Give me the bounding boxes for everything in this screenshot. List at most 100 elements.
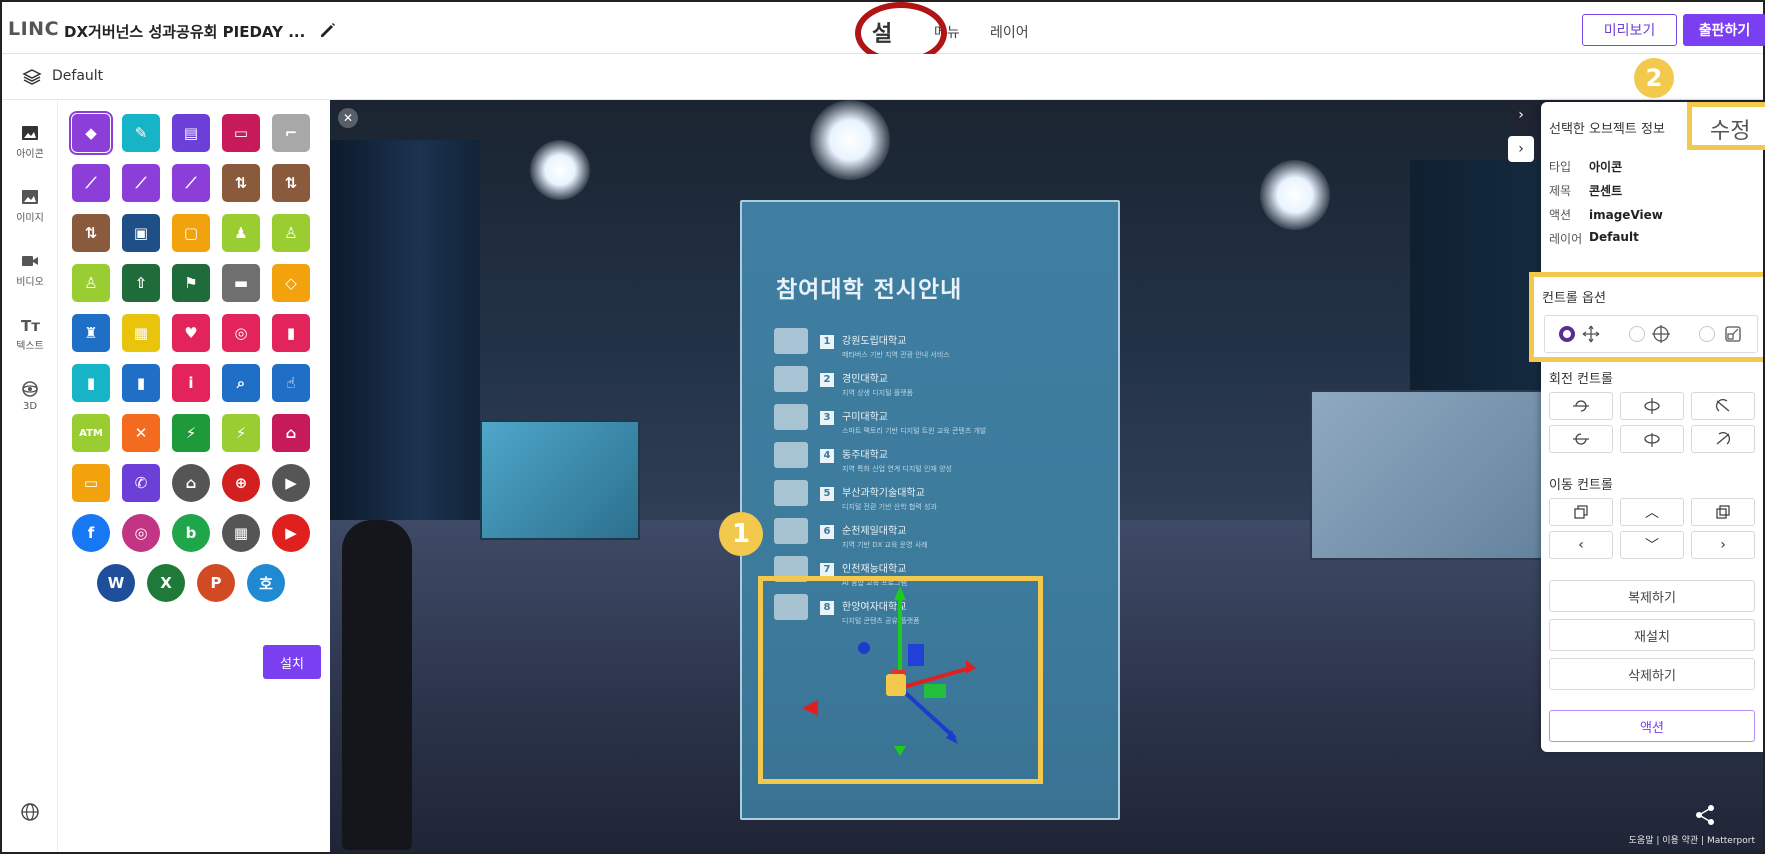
radio-scale[interactable] xyxy=(1699,326,1715,342)
action-button[interactable]: 액션 xyxy=(1549,710,1755,742)
escalator-icon[interactable]: ⟋ xyxy=(122,164,160,202)
radio-rotate[interactable] xyxy=(1629,326,1645,342)
caution-tape-icon[interactable]: ▦ xyxy=(122,314,160,352)
woman-icon[interactable]: ♙ xyxy=(72,264,110,302)
current-layer-name[interactable]: Default xyxy=(52,68,103,84)
stand-list-item: 6 순천제일대학교 지역 기반 DX 교육 운영 사례 xyxy=(774,518,928,550)
duplicate-button[interactable]: 복제하기 xyxy=(1549,580,1755,612)
word-icon[interactable]: W xyxy=(97,564,135,602)
close-icon[interactable]: ✕ xyxy=(338,108,358,128)
powerpoint-icon[interactable]: P xyxy=(197,564,235,602)
elevator-icon[interactable]: ⇅ xyxy=(222,164,260,202)
escalator-down-icon[interactable]: ⟋ xyxy=(172,164,210,202)
briefcase-icon[interactable]: ▭ xyxy=(72,464,110,502)
mic-icon[interactable]: ✎ xyxy=(122,114,160,152)
school-description: 메타버스 기반 지역 관광 안내 서비스 xyxy=(842,351,950,359)
charging-icon[interactable]: ⚡ xyxy=(222,414,260,452)
vip-icon[interactable]: ◇ xyxy=(272,264,310,302)
fire-hose-icon[interactable]: ◎ xyxy=(222,314,260,352)
rotate-z-minus-button[interactable] xyxy=(1691,425,1755,453)
rotate-y-icon xyxy=(1644,433,1660,447)
chevron-right-icon[interactable]: › xyxy=(1508,136,1534,162)
rail-item-icon[interactable]: 아이콘 xyxy=(2,124,58,160)
svg-text:Tт: Tт xyxy=(21,317,40,334)
chevron-right-icon[interactable]: › xyxy=(1508,102,1534,128)
youtube-icon[interactable]: ▶ xyxy=(272,514,310,552)
move-down-button[interactable]: ﹀ xyxy=(1620,531,1684,559)
nursing-room-icon[interactable]: ♜ xyxy=(72,314,110,352)
reinstall-button[interactable]: 재설치 xyxy=(1549,619,1755,651)
share-icon[interactable] xyxy=(1694,804,1716,826)
rotate-z-plus-button[interactable] xyxy=(1691,392,1755,420)
stand-list-item: 2 경민대학교 지역 상생 디지털 플랫폼 xyxy=(774,366,913,398)
rail-item-text[interactable]: Tт 텍스트 xyxy=(2,316,58,352)
stand-title: 참여대학 전시안내 xyxy=(776,277,963,303)
radio-move[interactable] xyxy=(1559,326,1575,342)
excel-icon[interactable]: X xyxy=(147,564,185,602)
rotate-x-icon xyxy=(1573,400,1589,412)
edit-highlight-box[interactable]: 수정 xyxy=(1687,102,1765,150)
pdf-icon[interactable]: ⊕ xyxy=(222,464,260,502)
speaker-icon[interactable]: ▤ xyxy=(172,114,210,152)
rail-item-image[interactable]: 이미지 xyxy=(2,188,58,224)
no-smoking-icon[interactable]: ▬ xyxy=(222,264,260,302)
exit-icon[interactable]: ⇧ xyxy=(122,264,160,302)
home-icon[interactable]: ⌂ xyxy=(172,464,210,502)
elevator-2-icon[interactable]: ⇅ xyxy=(272,164,310,202)
search-icon[interactable]: ⌕ xyxy=(222,364,260,402)
facebook-icon[interactable]: f xyxy=(72,514,110,552)
move-left-button[interactable]: ‹ xyxy=(1549,531,1613,559)
rotate-x-plus-button[interactable] xyxy=(1549,392,1613,420)
blog-icon[interactable]: b xyxy=(172,514,210,552)
edit-label: 수정 xyxy=(1710,119,1751,144)
publish-button[interactable]: 출판하기 xyxy=(1683,14,1765,46)
projector-icon[interactable]: ▭ xyxy=(222,114,260,152)
rail-item-3d[interactable]: 3D xyxy=(2,380,58,412)
extinguisher-3-icon[interactable]: ▮ xyxy=(122,364,160,402)
globe-icon[interactable] xyxy=(20,802,40,822)
extinguisher-icon[interactable]: ▮ xyxy=(272,314,310,352)
rotate-y-minus-button[interactable] xyxy=(1620,425,1684,453)
rotate-x-minus-button[interactable] xyxy=(1549,425,1613,453)
info-icon[interactable]: i xyxy=(172,364,210,402)
play-icon[interactable]: ▶ xyxy=(272,464,310,502)
instagram-icon[interactable]: ◎ xyxy=(122,514,160,552)
touch-icon[interactable]: ☝ xyxy=(272,364,310,402)
hwp-icon[interactable]: 호 xyxy=(247,564,285,602)
move-up-button[interactable]: ︿ xyxy=(1620,498,1684,526)
rotate-y-plus-button[interactable] xyxy=(1620,392,1684,420)
matterport-footer[interactable]: 도움말 | 이용 약관 | Matterport xyxy=(1629,833,1755,846)
man-icon[interactable]: ♙ xyxy=(272,214,310,252)
stairs-icon[interactable]: ⌐ xyxy=(272,114,310,152)
escalator-up-icon[interactable]: ⟋ xyxy=(72,164,110,202)
restroom-icon[interactable]: ♟ xyxy=(222,214,260,252)
gallery-icon[interactable]: ▦ xyxy=(222,514,260,552)
atm-icon[interactable]: ATM xyxy=(72,414,110,452)
tab-layer[interactable]: 레이어 xyxy=(990,22,1029,42)
pencil-icon[interactable] xyxy=(318,20,338,40)
move-right-button[interactable]: › xyxy=(1691,531,1755,559)
elevator-box-icon[interactable]: ▢ xyxy=(172,214,210,252)
school-name: 부산과학기술대학교 xyxy=(842,488,925,499)
project-title[interactable]: DX거버넌스 성과공유회 PIEDAY ... xyxy=(64,21,305,42)
elevator-3-icon[interactable]: ⇅ xyxy=(72,214,110,252)
freight-elevator-icon[interactable]: ▣ xyxy=(122,214,160,252)
shop-icon[interactable]: ⌂ xyxy=(272,414,310,452)
phone-icon[interactable]: ✆ xyxy=(122,464,160,502)
delete-button[interactable]: 삭제하기 xyxy=(1549,658,1755,690)
aed-icon[interactable]: ♥ xyxy=(172,314,210,352)
move-back-button[interactable] xyxy=(1549,498,1613,526)
restaurant-icon[interactable]: ✕ xyxy=(122,414,160,452)
emergency-exit-icon[interactable]: ⚑ xyxy=(172,264,210,302)
extinguisher-2-icon[interactable]: ▮ xyxy=(72,364,110,402)
plug-icon[interactable]: ◆ xyxy=(69,111,113,155)
preview-button[interactable]: 미리보기 xyxy=(1582,14,1677,46)
move-forward-button[interactable] xyxy=(1691,498,1755,526)
item-number: 1 xyxy=(820,335,834,349)
stand-list-item: 1 강원도립대학교 메타버스 기반 지역 관광 안내 서비스 xyxy=(774,328,950,360)
install-button[interactable]: 설치 xyxy=(263,645,321,679)
rail-item-video[interactable]: 비디오 xyxy=(2,252,58,288)
power-icon[interactable]: ⚡ xyxy=(172,414,210,452)
icon-palette: 설치 ◆ ✎ ▤ ▭ ⌐ ⟋ ⟋ ⟋ ⇅ ⇅ ⇅ ▣ ▢ ♟ ♙ ♙ ⇧ ⚑ ▬ ◇ ♜ ▦ ♥ ◎ ▮ ▮ ▮ i ⌕ ☝ ATM ✕ ⚡ ⚡ ⌂… xyxy=(58,100,330,852)
layers-icon[interactable] xyxy=(22,68,42,86)
